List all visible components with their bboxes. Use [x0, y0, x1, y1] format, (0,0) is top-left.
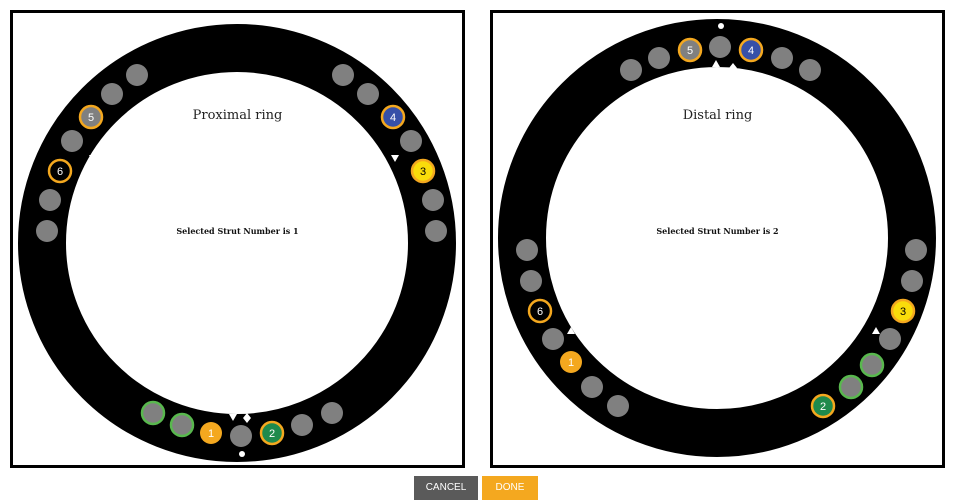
- ring-hole[interactable]: [901, 270, 923, 292]
- strut-2[interactable]: 2: [810, 393, 836, 419]
- svg-text:6: 6: [57, 166, 63, 178]
- svg-text:3: 3: [420, 166, 426, 178]
- strut-4[interactable]: 4: [738, 37, 764, 63]
- strut-5[interactable]: 5: [677, 37, 703, 63]
- distal-ring-panel: 1 2 3 4 5 6 Distal ring Selected Strut N…: [490, 10, 945, 468]
- marker-dot-icon: [718, 23, 724, 29]
- ring-hole[interactable]: [230, 425, 252, 447]
- ring-hole[interactable]: [607, 395, 629, 417]
- ring-hole-highlighted[interactable]: [838, 374, 864, 400]
- marker-triangle-icon: [89, 155, 97, 162]
- ring-hole[interactable]: [39, 189, 61, 211]
- distal-ring-title: Distal ring: [682, 108, 753, 123]
- svg-text:3: 3: [900, 306, 906, 318]
- svg-text:2: 2: [269, 428, 275, 440]
- ring-hole[interactable]: [905, 239, 927, 261]
- ring-hole-highlighted[interactable]: [859, 352, 885, 378]
- ring-hole[interactable]: [332, 64, 354, 86]
- ring-hole[interactable]: [291, 414, 313, 436]
- ring-hole[interactable]: [709, 36, 731, 58]
- ring-hole[interactable]: [422, 189, 444, 211]
- marker-dot-icon: [239, 451, 245, 457]
- strut-6[interactable]: 6: [527, 298, 553, 324]
- distal-ring-body: [498, 19, 936, 457]
- ring-hole-highlighted[interactable]: [169, 412, 195, 438]
- svg-text:1: 1: [208, 428, 214, 440]
- strut-1[interactable]: 1: [560, 351, 582, 373]
- strut-2[interactable]: 2: [259, 420, 285, 446]
- svg-text:4: 4: [748, 45, 754, 57]
- ring-hole[interactable]: [126, 64, 148, 86]
- ring-hole[interactable]: [581, 376, 603, 398]
- cancel-button[interactable]: CANCEL: [414, 476, 478, 500]
- ring-hole[interactable]: [516, 239, 538, 261]
- svg-text:5: 5: [687, 45, 693, 57]
- svg-text:1: 1: [568, 357, 574, 369]
- svg-text:6: 6: [537, 306, 543, 318]
- ring-hole[interactable]: [400, 130, 422, 152]
- ring-hole[interactable]: [542, 328, 564, 350]
- done-button[interactable]: DONE: [482, 476, 538, 500]
- strut-6[interactable]: 6: [47, 158, 73, 184]
- proximal-ring-panel: 1 2 3 4 5 6 Proximal ring Selected Strut…: [10, 10, 465, 468]
- distal-selected-strut-text: Selected Strut Number is 2: [656, 226, 779, 236]
- proximal-selected-strut-text: Selected Strut Number is 1: [176, 226, 299, 236]
- ring-hole[interactable]: [520, 270, 542, 292]
- ring-hole[interactable]: [648, 47, 670, 69]
- ring-hole[interactable]: [61, 130, 83, 152]
- ring-hole[interactable]: [879, 328, 901, 350]
- ring-hole-highlighted[interactable]: [140, 400, 166, 426]
- strut-3[interactable]: 3: [890, 298, 916, 324]
- ring-hole[interactable]: [101, 83, 123, 105]
- ring-hole[interactable]: [357, 83, 379, 105]
- strut-1[interactable]: 1: [200, 422, 222, 444]
- ring-hole[interactable]: [321, 402, 343, 424]
- ring-hole[interactable]: [620, 59, 642, 81]
- proximal-ring-body: [18, 24, 456, 462]
- svg-text:2: 2: [820, 401, 826, 413]
- ring-hole[interactable]: [799, 59, 821, 81]
- strut-3[interactable]: 3: [410, 158, 436, 184]
- ring-hole[interactable]: [771, 47, 793, 69]
- distal-ring-graphic: 1 2 3 4 5 6: [498, 19, 936, 457]
- proximal-ring-graphic: 1 2 3 4 5 6: [18, 24, 456, 462]
- proximal-ring-title: Proximal ring: [192, 108, 283, 123]
